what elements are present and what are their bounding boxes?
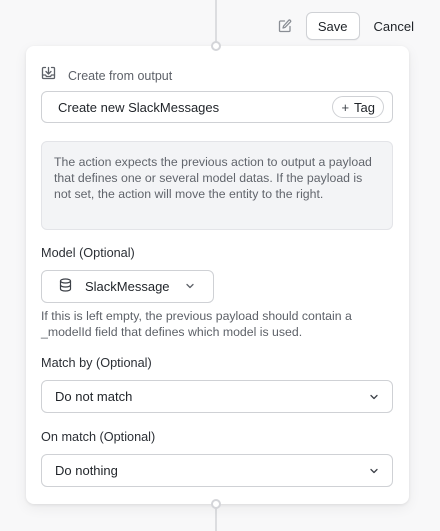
- add-tag-button[interactable]: + Tag: [332, 96, 384, 118]
- chevron-down-icon: [368, 391, 380, 406]
- save-button[interactable]: Save: [305, 12, 360, 40]
- action-card: Create from output Create new SlackMessa…: [26, 46, 409, 504]
- card-header: Create from output: [41, 66, 172, 85]
- action-name-value: Create new SlackMessages: [58, 99, 220, 115]
- connector-handle-top[interactable]: [211, 41, 221, 51]
- database-icon: [59, 278, 72, 295]
- chevron-down-icon: [368, 465, 380, 480]
- chevron-down-icon: [184, 280, 196, 295]
- on-match-select[interactable]: Do nothing: [41, 454, 393, 487]
- flow-connector-bottom: [215, 508, 217, 531]
- model-help-text: If this is left empty, the previous payl…: [41, 309, 352, 339]
- match-by-label: Match by (Optional): [41, 356, 152, 370]
- model-select-value: SlackMessage: [85, 279, 170, 294]
- match-by-select[interactable]: Do not match: [41, 380, 393, 413]
- card-title: Create from output: [68, 68, 173, 83]
- tag-label: Tag: [354, 99, 375, 115]
- info-box: The action expects the previous action t…: [41, 141, 393, 230]
- node-toolbar: Save Cancel: [274, 12, 414, 40]
- flow-connector-top: [215, 0, 217, 42]
- cancel-button[interactable]: Cancel: [370, 19, 414, 34]
- action-name-field[interactable]: Create new SlackMessages + Tag: [41, 91, 393, 123]
- connector-handle-bottom[interactable]: [211, 499, 221, 509]
- download-tray-icon: [41, 66, 56, 85]
- on-match-label: On match (Optional): [41, 430, 156, 444]
- plus-icon: +: [341, 99, 350, 115]
- match-by-value: Do not match: [55, 389, 133, 404]
- model-select[interactable]: SlackMessage: [41, 270, 214, 303]
- edit-icon[interactable]: [274, 15, 296, 37]
- on-match-value: Do nothing: [55, 463, 118, 478]
- model-label: Model (Optional): [41, 246, 135, 260]
